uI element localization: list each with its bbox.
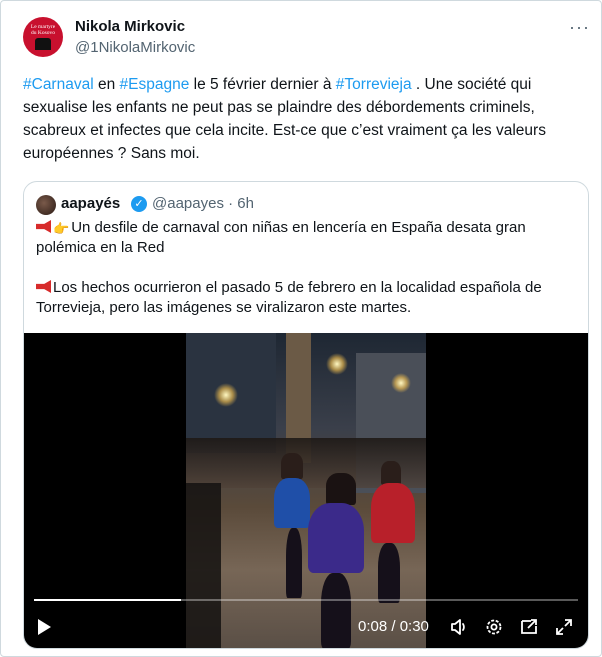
gear-icon[interactable]: [483, 616, 505, 638]
author-avatar[interactable]: Le martyre du Kosovo: [23, 17, 63, 57]
author-handle[interactable]: @1NikolaMirkovic: [75, 39, 195, 56]
video-player[interactable]: 0:08 / 0:30: [24, 333, 588, 648]
avatar-logo-text: Le martyre du Kosovo: [30, 24, 56, 36]
performer-costume-purple: [308, 503, 364, 573]
video-time: 0:08 / 0:30: [358, 618, 429, 635]
street-lamp: [214, 383, 238, 407]
tweet-text-segment: le 5 février dernier à: [189, 76, 336, 93]
tweet-card: Le martyre du Kosovo Nikola Mirkovic @1Ni…: [0, 0, 602, 657]
volume-icon[interactable]: [448, 616, 470, 638]
fullscreen-icon[interactable]: [553, 616, 575, 638]
more-options-icon[interactable]: ···: [569, 17, 590, 38]
tweet-text-segment: en: [93, 76, 120, 93]
performer-costume-red: [371, 483, 415, 543]
video-progress-bar[interactable]: [34, 599, 578, 601]
performer-legs: [286, 528, 302, 598]
quote-paragraph-1: Un desfile de carnaval con niñas en lenc…: [36, 219, 526, 256]
quote-handle-time[interactable]: @aapayes · 6h: [152, 195, 254, 212]
performer-head: [326, 473, 356, 505]
picture-in-picture-icon[interactable]: [518, 616, 540, 638]
hashtag-espagne[interactable]: #Espagne: [120, 76, 190, 93]
performer-head: [281, 453, 303, 479]
crowd-silhouette: [186, 483, 221, 648]
hashtag-carnaval[interactable]: #Carnaval: [23, 76, 94, 93]
performer-legs: [321, 573, 351, 648]
verified-badge-icon: ✓: [131, 196, 147, 212]
video-progress-fill: [34, 599, 181, 601]
avatar-figure: [35, 38, 51, 50]
tweet-text: #Carnaval en #Espagne le 5 février derni…: [23, 73, 578, 165]
performer-legs: [378, 543, 400, 603]
video-frame: [186, 333, 426, 648]
performer-costume-blue: [274, 478, 310, 528]
megaphone-icon: [36, 220, 51, 233]
quoted-tweet[interactable]: aapayés ✓ @aapayes · 6h 👉 Un desfile de c…: [23, 181, 589, 649]
quote-author-name[interactable]: aapayés: [61, 195, 120, 212]
author-name[interactable]: Nikola Mirkovic: [75, 18, 185, 35]
street-lamp: [391, 373, 411, 393]
performer-head: [381, 461, 401, 485]
street-lamp: [326, 353, 348, 375]
pointing-hand-icon: 👉: [53, 221, 70, 236]
quote-text: 👉 Un desfile de carnaval con niñas en len…: [36, 218, 576, 318]
play-icon[interactable]: [38, 619, 51, 635]
hashtag-torrevieja[interactable]: #Torrevieja: [336, 76, 412, 93]
megaphone-icon: [36, 280, 51, 293]
quote-paragraph-2: Los hechos ocurrieron el pasado 5 de feb…: [36, 279, 542, 316]
quote-author-avatar[interactable]: [36, 195, 56, 215]
